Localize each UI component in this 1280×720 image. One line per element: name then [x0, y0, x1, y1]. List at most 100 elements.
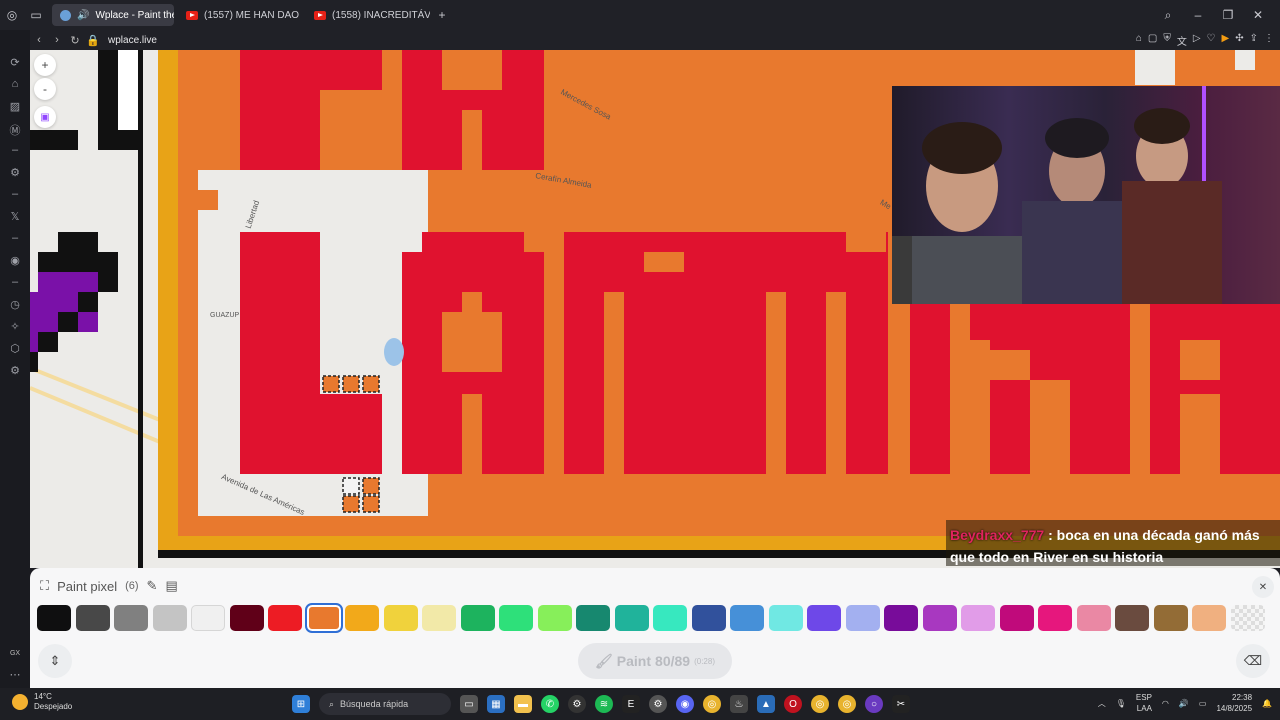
color-swatch[interactable]: [691, 605, 726, 631]
chrome-icon[interactable]: ◎: [811, 695, 829, 713]
zoom-in-button[interactable]: +: [34, 54, 56, 76]
color-swatch[interactable]: [999, 605, 1034, 631]
color-swatch[interactable]: [961, 605, 995, 631]
store-icon[interactable]: ▦: [487, 695, 505, 713]
color-swatch[interactable]: [37, 605, 71, 631]
color-swatch[interactable]: [114, 605, 148, 631]
screenshot-icon[interactable]: ▢: [1148, 33, 1157, 48]
epic-games-icon[interactable]: E: [622, 695, 640, 713]
color-swatch[interactable]: [1115, 605, 1149, 631]
mail-icon[interactable]: Ⓜ: [6, 122, 24, 137]
color-swatch[interactable]: [152, 605, 187, 631]
chatgpt-icon[interactable]: ⚙: [6, 166, 24, 180]
color-swatch[interactable]: [653, 605, 687, 631]
collapse-toggle-icon[interactable]: ⇕: [38, 644, 72, 678]
color-swatch[interactable]: [884, 605, 918, 631]
clock[interactable]: 22:38 14/8/2025: [1216, 692, 1252, 714]
shield-icon[interactable]: ⛨: [1163, 33, 1171, 48]
settings-icon[interactable]: ⚙: [649, 695, 667, 713]
play-icon[interactable]: ▷: [1193, 33, 1201, 48]
more-icon[interactable]: ⋯: [6, 668, 24, 682]
capcut-icon[interactable]: ✂: [892, 695, 910, 713]
paint-button[interactable]: 🖌 Paint 80/89 (0:28): [578, 643, 732, 679]
settings-icon[interactable]: ⚙: [6, 364, 24, 378]
opera-menu-icon[interactable]: ◎: [0, 8, 24, 22]
color-swatch[interactable]: [576, 605, 610, 631]
color-swatch[interactable]: [1230, 605, 1265, 631]
twitch-icon[interactable]: ▣: [34, 106, 56, 128]
back-icon[interactable]: ‹: [30, 34, 48, 46]
color-swatch[interactable]: [75, 605, 110, 631]
color-swatch[interactable]: [1192, 605, 1226, 631]
color-swatch[interactable]: [922, 605, 957, 631]
chrome-icon[interactable]: ◎: [703, 695, 721, 713]
chatgpt-icon[interactable]: ⚙: [568, 695, 586, 713]
player-icon[interactable]: ▶: [1222, 33, 1230, 48]
close-panel-button[interactable]: ✕: [1252, 576, 1274, 598]
color-swatch[interactable]: [845, 605, 880, 631]
search-icon[interactable]: ⌕: [1156, 8, 1180, 23]
chrome-icon[interactable]: ◎: [838, 695, 856, 713]
more-icon[interactable]: ⋮: [1264, 33, 1274, 48]
folder-icon[interactable]: ▬: [514, 695, 532, 713]
spotify-icon[interactable]: ≋: [595, 695, 613, 713]
zoom-out-button[interactable]: -: [34, 78, 56, 100]
color-swatch[interactable]: [807, 605, 841, 631]
discord-icon[interactable]: ◉: [676, 695, 694, 713]
color-swatch[interactable]: [537, 605, 572, 631]
tab-youtube-2[interactable]: (1558) INACREDITÁVEL! P: [306, 4, 430, 26]
color-swatch[interactable]: [1153, 605, 1188, 631]
color-swatch[interactable]: [768, 605, 803, 631]
notifications-icon[interactable]: 🔔: [1262, 699, 1272, 708]
color-swatch[interactable]: [730, 605, 764, 631]
pin-icon[interactable]: ⌂: [1136, 33, 1142, 48]
color-swatch[interactable]: [614, 605, 649, 631]
extensions-icon[interactable]: ✧: [6, 320, 24, 334]
save-icon[interactable]: ▤: [165, 578, 177, 594]
expand-icon[interactable]: ⛶: [40, 578, 49, 594]
steam-icon[interactable]: ♨: [730, 695, 748, 713]
history-icon[interactable]: ◷: [6, 298, 24, 312]
color-swatch[interactable]: [383, 605, 418, 631]
bag-icon[interactable]: ⌂: [6, 78, 24, 92]
cube-icon[interactable]: ⬡: [6, 342, 24, 356]
crop-icon[interactable]: ▨: [6, 100, 24, 114]
color-swatch[interactable]: [191, 605, 225, 631]
color-swatch[interactable]: [1076, 605, 1111, 631]
whatsapp-icon[interactable]: ✆: [541, 695, 559, 713]
restore-icon[interactable]: ❐: [1216, 8, 1240, 23]
puzzle-icon[interactable]: ✣: [1235, 33, 1243, 48]
volume-icon[interactable]: 🔊: [1179, 699, 1189, 708]
new-tab-plus-icon[interactable]: +: [430, 8, 454, 22]
color-swatch[interactable]: [229, 605, 264, 631]
photos-icon[interactable]: ▲: [757, 695, 775, 713]
color-swatch[interactable]: [422, 605, 456, 631]
taskbar-search[interactable]: ⌕ Búsqueda rápida: [319, 693, 451, 715]
eraser-button[interactable]: ⌫: [1236, 644, 1270, 678]
color-swatch[interactable]: [460, 605, 495, 631]
wifi-icon[interactable]: ◠: [1162, 699, 1169, 708]
windows-start-icon[interactable]: ⊞: [292, 695, 310, 713]
language-indicator[interactable]: ESP LAA: [1136, 692, 1152, 714]
reload-icon[interactable]: ↻: [66, 34, 84, 47]
color-swatch[interactable]: [499, 605, 533, 631]
weather-widget[interactable]: 14°C Despejado: [12, 692, 72, 712]
x-icon[interactable]: 𝕏: [6, 210, 24, 224]
app-icon[interactable]: ○: [865, 695, 883, 713]
player-icon[interactable]: ◉: [6, 254, 24, 268]
tab-switcher-icon[interactable]: ▭: [24, 8, 48, 22]
url-field[interactable]: wplace.live: [108, 35, 157, 46]
share-icon[interactable]: ⇪: [1250, 33, 1258, 48]
heart-icon[interactable]: ♡: [1207, 33, 1216, 48]
battery-icon[interactable]: ▭: [1199, 699, 1207, 708]
tab-youtube-1[interactable]: (1557) ME HAN DAO POR: [178, 4, 302, 26]
color-swatch[interactable]: [304, 603, 343, 633]
tab-wplace[interactable]: 🔊 Wplace - Paint the w: [52, 4, 174, 26]
speed-dial-icon[interactable]: ⟳: [6, 56, 24, 70]
microphone-icon[interactable]: 🎙: [1116, 699, 1126, 708]
chevron-up-icon[interactable]: ︿: [1098, 698, 1106, 709]
color-swatch[interactable]: [268, 605, 302, 631]
color-swatch[interactable]: [1038, 605, 1072, 631]
minimize-icon[interactable]: –: [1186, 8, 1210, 23]
pencil-icon[interactable]: ✎: [147, 578, 158, 594]
